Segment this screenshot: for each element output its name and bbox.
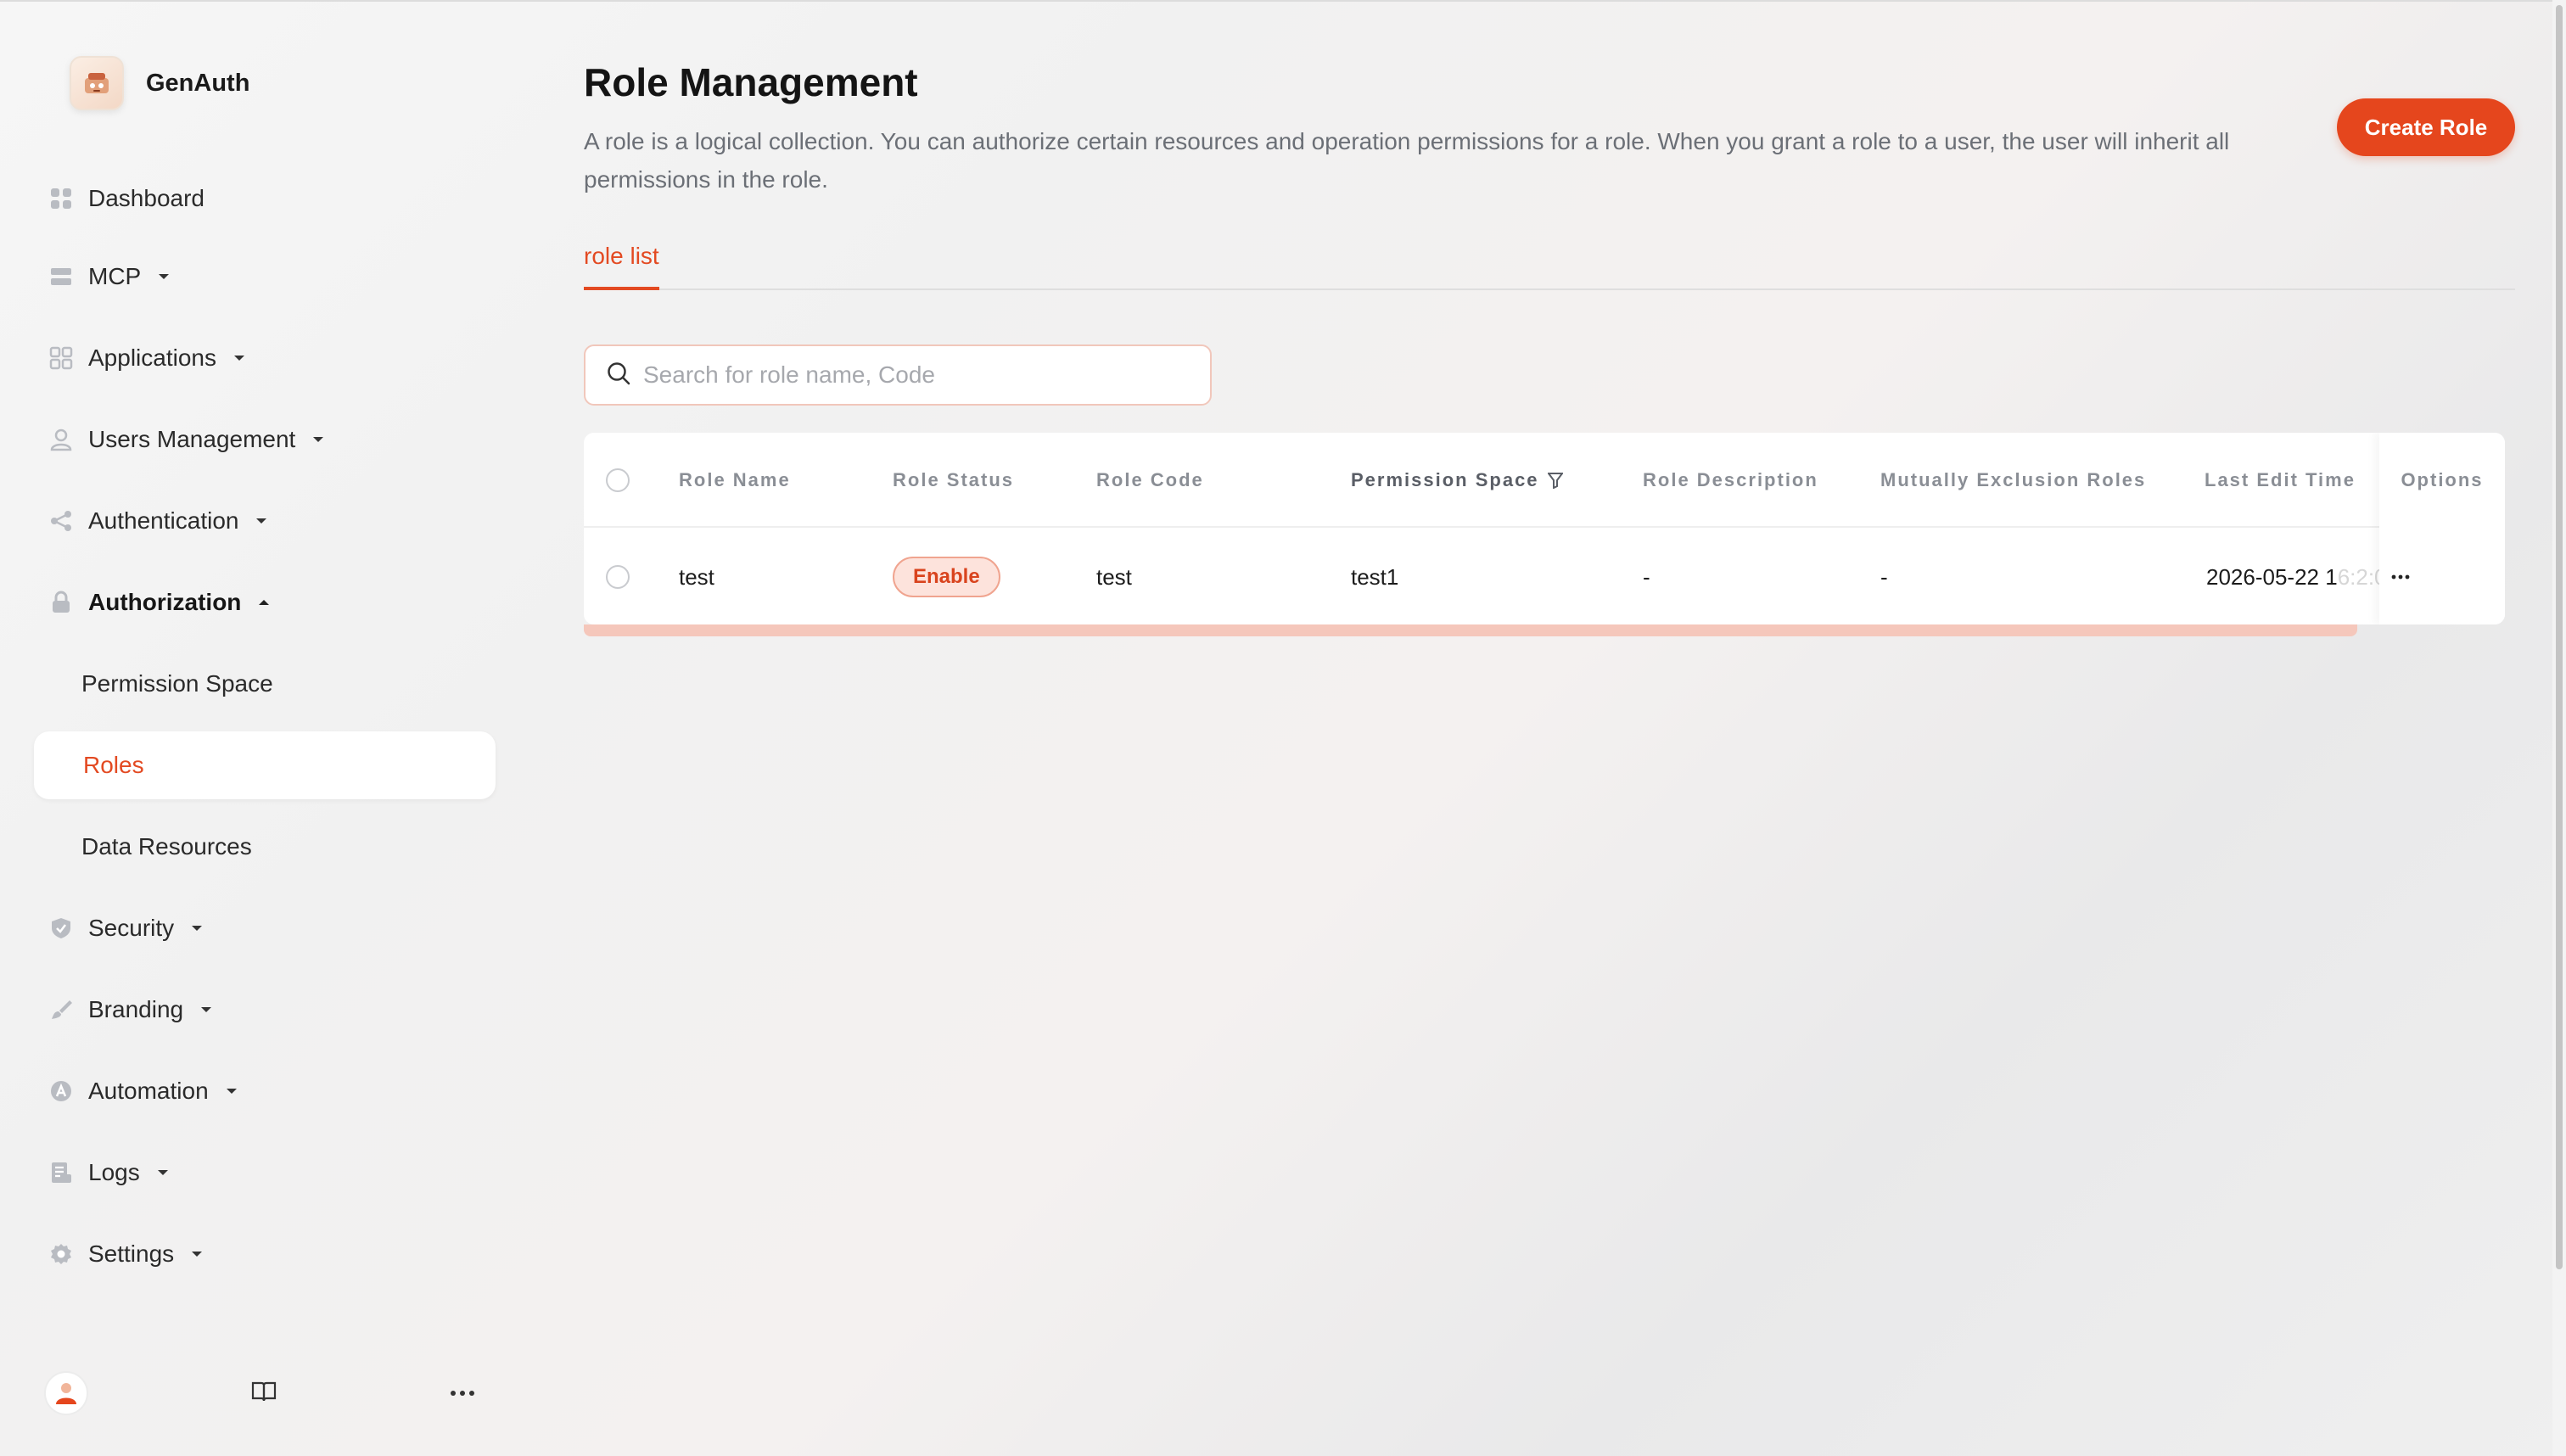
column-header-options: Options <box>2401 469 2484 490</box>
ellipsis-icon <box>450 1386 475 1401</box>
sidebar-subitem-data-resources[interactable]: Data Resources <box>81 821 252 872</box>
sidebar-item-label: Authentication <box>88 507 239 534</box>
dashboard-icon <box>48 185 75 212</box>
sidebar-item-authentication[interactable]: Authentication <box>48 496 267 546</box>
apps-grid-icon <box>48 344 75 372</box>
sidebar-item-dashboard[interactable]: Dashboard <box>48 173 204 224</box>
cell-role-name[interactable]: test <box>679 529 714 624</box>
sidebar-item-label: Dashboard <box>88 185 204 211</box>
column-header-role-description: Role Description <box>1643 469 1818 490</box>
filter-icon[interactable] <box>1547 472 1563 489</box>
tab-bar: role list <box>584 238 2515 290</box>
server-icon <box>48 263 75 290</box>
sidebar-item-automation[interactable]: Automation <box>48 1066 238 1117</box>
chevron-down-icon <box>191 924 203 932</box>
page-vertical-scrollbar[interactable] <box>2552 0 2566 1456</box>
cell-role-status: Enable <box>893 529 1000 624</box>
sidebar-item-label: Security <box>88 915 175 941</box>
gear-icon <box>48 1240 75 1268</box>
sidebar-item-settings[interactable]: Settings <box>48 1229 203 1280</box>
search-box[interactable] <box>584 344 1212 406</box>
roles-table: Role Name Role Status Role Code Permissi… <box>584 433 2505 624</box>
chevron-down-icon <box>191 1250 203 1258</box>
logs-icon <box>48 1159 75 1186</box>
row-options-button[interactable] <box>2379 529 2505 624</box>
sidebar-item-security[interactable]: Security <box>48 903 203 954</box>
sidebar-item-label: Users Management <box>88 426 296 452</box>
sidebar-subitem-label: Roles <box>83 752 144 778</box>
chevron-down-icon <box>226 1087 238 1095</box>
select-all-checkbox[interactable] <box>606 433 630 528</box>
sidebar-subitem-label: Permission Space <box>81 670 273 697</box>
more-options-button[interactable] <box>441 1368 484 1419</box>
table-header: Role Name Role Status Role Code Permissi… <box>584 433 2505 528</box>
user-icon <box>48 426 75 453</box>
search-input[interactable] <box>643 361 1186 389</box>
genauth-logo-icon <box>70 56 124 110</box>
table-horizontal-scrollbar[interactable] <box>584 624 2357 636</box>
sidebar-item-label: Authorization <box>88 589 242 615</box>
column-header-label: Permission Space <box>1351 469 1539 490</box>
chevron-down-icon <box>312 435 324 444</box>
status-badge: Enable <box>893 557 1000 597</box>
shield-icon <box>48 915 75 942</box>
brush-icon <box>48 996 75 1023</box>
cell-role-code: test <box>1096 563 1132 590</box>
tab-role-list[interactable]: role list <box>584 243 659 290</box>
column-header-role-status: Role Status <box>893 469 1015 490</box>
cell-permission-space: test1 <box>1351 563 1399 590</box>
sidebar-item-logs[interactable]: Logs <box>48 1147 169 1198</box>
sidebar-item-mcp[interactable]: MCP <box>48 251 170 302</box>
chevron-down-icon <box>255 517 267 525</box>
lock-icon <box>48 589 75 616</box>
sidebar-item-label: Logs <box>88 1159 140 1185</box>
share-nodes-icon <box>48 507 75 535</box>
chevron-down-icon <box>200 1005 212 1014</box>
last-edit-time-visible: 2026-05-22 1 <box>2206 563 2338 590</box>
sidebar-subitem-permission-space[interactable]: Permission Space <box>81 658 273 709</box>
cell-last-edit-time: 2026-05-22 1 6:2:03 <box>2206 529 2393 624</box>
search-icon <box>606 361 631 390</box>
sidebar-item-label: Branding <box>88 996 184 1022</box>
chevron-down-icon <box>157 1168 169 1177</box>
page-description: A role is a logical collection. You can … <box>584 128 2230 193</box>
chevron-up-icon <box>258 598 270 607</box>
sidebar-item-label: MCP <box>88 263 142 289</box>
sidebar-item-label: Applications <box>88 344 216 371</box>
column-header-role-name: Role Name <box>679 469 791 490</box>
column-header-role-code: Role Code <box>1096 469 1204 490</box>
radio-icon <box>606 468 630 492</box>
user-avatar-button[interactable] <box>42 1368 90 1419</box>
row-select-checkbox[interactable] <box>606 529 630 624</box>
table-row: test Enable test test1 - - 2026-05-22 16… <box>584 529 2505 624</box>
ellipsis-icon <box>2391 574 2410 580</box>
cell-role-description: - <box>1643 563 1650 590</box>
app-logo[interactable]: GenAuth <box>70 56 249 110</box>
sidebar-item-applications[interactable]: Applications <box>48 333 245 384</box>
sidebar-item-label: Automation <box>88 1078 209 1104</box>
chevron-down-icon <box>158 272 170 281</box>
sidebar-item-authorization[interactable]: Authorization <box>48 577 270 628</box>
cell-mutually-exclusion-roles: - <box>1880 563 1888 590</box>
app-name: GenAuth <box>146 69 250 97</box>
page-title: Role Management <box>584 60 918 104</box>
radio-icon <box>606 565 630 589</box>
docs-button[interactable] <box>243 1368 285 1419</box>
column-header-mutually-exclusion-roles: Mutually Exclusion Roles <box>1880 469 2147 490</box>
scrollbar-thumb[interactable] <box>2556 5 2563 1269</box>
sidebar-subitem-label: Data Resources <box>81 833 252 860</box>
sidebar-item-label: Settings <box>88 1240 175 1267</box>
avatar <box>44 1371 88 1415</box>
sidebar: GenAuth Dashboard MCP Applications Users… <box>0 0 509 1456</box>
create-role-button[interactable]: Create Role <box>2337 98 2515 156</box>
book-icon <box>251 1380 277 1407</box>
chevron-down-icon <box>233 354 245 362</box>
sidebar-item-branding[interactable]: Branding <box>48 984 212 1035</box>
column-header-last-edit-time: Last Edit Time <box>2205 469 2356 490</box>
sidebar-item-users-management[interactable]: Users Management <box>48 414 324 465</box>
options-column: Options <box>2379 433 2505 624</box>
column-header-permission-space[interactable]: Permission Space <box>1351 433 1563 528</box>
sidebar-subitem-roles[interactable]: Roles <box>34 731 496 799</box>
automation-icon <box>48 1078 75 1105</box>
